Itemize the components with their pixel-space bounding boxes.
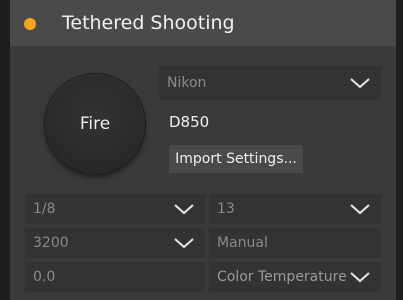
- import-settings-label: Import Settings...: [175, 151, 297, 167]
- chevron-down-icon: [174, 204, 194, 215]
- iso-value: 3200: [33, 235, 69, 251]
- fire-button[interactable]: Fire: [45, 74, 145, 174]
- exposure-compensation-value: 0.0: [33, 269, 56, 285]
- iso-select[interactable]: 3200: [25, 228, 205, 258]
- status-dot-icon: [24, 18, 36, 30]
- chevron-down-icon: [350, 272, 370, 283]
- aperture-value: 13: [217, 201, 235, 217]
- fire-button-label: Fire: [79, 114, 111, 134]
- chevron-down-icon: [350, 204, 370, 215]
- exposure-mode-value: Manual: [217, 235, 268, 251]
- panel-header[interactable]: Tethered Shooting: [10, 0, 396, 46]
- camera-brand-select[interactable]: Nikon: [159, 66, 381, 100]
- white-balance-value: Color Temperature: [217, 269, 347, 285]
- camera-model: D850: [169, 113, 210, 131]
- exposure-mode-field[interactable]: Manual: [209, 228, 381, 258]
- panel-title: Tethered Shooting: [62, 12, 235, 34]
- chevron-down-icon: [174, 238, 194, 249]
- tethered-shooting-panel: Tethered Shooting Fire Nikon D850 Import…: [10, 0, 396, 300]
- camera-brand-value: Nikon: [167, 75, 207, 91]
- aperture-select[interactable]: 13: [209, 194, 381, 224]
- exposure-compensation-field[interactable]: 0.0: [25, 262, 205, 292]
- shutter-speed-select[interactable]: 1/8: [25, 194, 205, 224]
- chevron-down-icon: [350, 78, 370, 89]
- shutter-speed-value: 1/8: [33, 201, 56, 217]
- import-settings-button[interactable]: Import Settings...: [169, 145, 303, 173]
- white-balance-select[interactable]: Color Temperature: [209, 262, 381, 292]
